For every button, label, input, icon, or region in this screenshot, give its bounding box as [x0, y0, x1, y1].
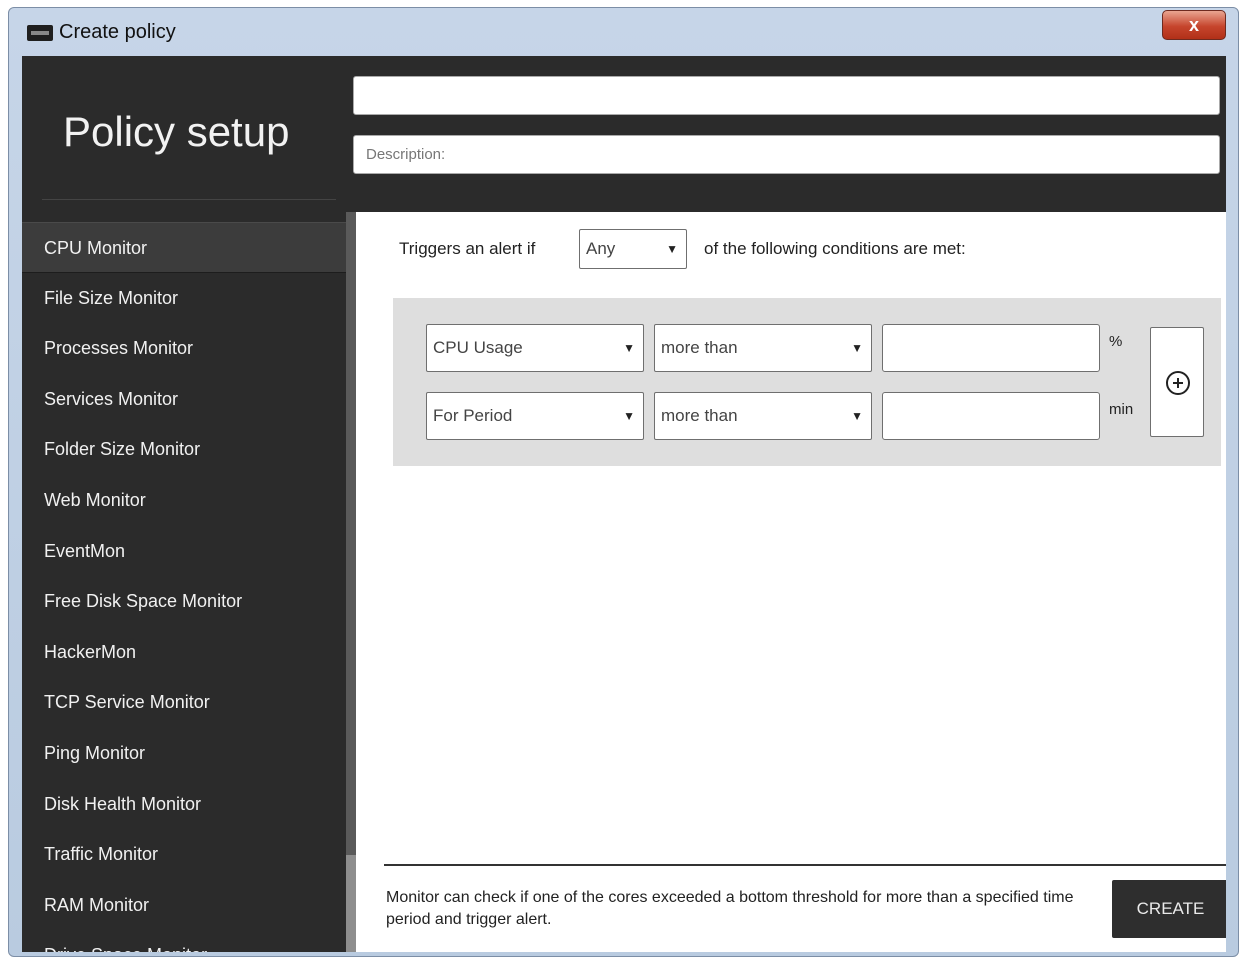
footer-divider [384, 864, 1226, 866]
dialog-content: Policy setup CPU Monitor File Size Monit… [22, 56, 1226, 952]
trigger-mode-select[interactable]: Any ▼ [579, 229, 687, 269]
dropdown-arrow-icon: ▼ [623, 341, 635, 355]
sidebar-item-file-size-monitor[interactable]: File Size Monitor [22, 273, 346, 324]
sidebar-item-cpu-monitor[interactable]: CPU Monitor [22, 222, 346, 273]
create-button[interactable]: CREATE [1112, 880, 1226, 938]
window-title: Create policy [59, 21, 176, 43]
condition-2-value-input[interactable] [882, 392, 1100, 440]
sidebar-item-folder-size-monitor[interactable]: Folder Size Monitor [22, 424, 346, 475]
trigger-suffix: of the following conditions are met: [704, 239, 966, 258]
sidebar-item-processes-monitor[interactable]: Processes Monitor [22, 323, 346, 374]
condition-2-operator-select[interactable]: more than ▼ [654, 392, 872, 440]
monitor-description: Monitor can check if one of the cores ex… [386, 889, 1074, 928]
condition-2-metric-value: For Period [433, 406, 513, 425]
sidebar-item-eventmon[interactable]: EventMon [22, 526, 346, 577]
conditions-panel: CPU Usage ▼ more than ▼ % For Period ▼ m… [393, 298, 1221, 466]
plus-circle-icon [1166, 371, 1190, 395]
header-divider [42, 199, 336, 200]
dropdown-arrow-icon: ▼ [851, 409, 863, 423]
policy-name-input[interactable] [353, 76, 1220, 115]
sidebar-item-drive-space-monitor[interactable]: Drive Space Monitor [22, 930, 346, 952]
trigger-prefix: Triggers an alert if [399, 239, 536, 258]
dropdown-arrow-icon: ▼ [851, 341, 863, 355]
condition-2-unit: min [1109, 401, 1134, 418]
sidebar-item-services-monitor[interactable]: Services Monitor [22, 374, 346, 425]
condition-1-value-input[interactable] [882, 324, 1100, 372]
description-input[interactable] [353, 135, 1220, 174]
sidebar-scrollbar[interactable] [346, 212, 356, 952]
condition-2-metric-select[interactable]: For Period ▼ [426, 392, 644, 440]
page-title: Policy setup [63, 108, 290, 155]
condition-1-unit: % [1109, 333, 1123, 350]
sidebar-item-web-monitor[interactable]: Web Monitor [22, 475, 346, 526]
sidebar-scroll-thumb[interactable] [346, 855, 356, 952]
dropdown-arrow-icon: ▼ [623, 409, 635, 423]
sidebar-item-free-disk-space-monitor[interactable]: Free Disk Space Monitor [22, 576, 346, 627]
sidebar-item-traffic-monitor[interactable]: Traffic Monitor [22, 829, 346, 880]
create-policy-window: Create policy x Policy setup CPU Monitor… [8, 7, 1239, 957]
condition-1-operator-value: more than [661, 338, 738, 357]
monitor-list: CPU Monitor File Size Monitor Processes … [22, 222, 346, 952]
dropdown-arrow-icon: ▼ [666, 242, 678, 256]
sidebar-item-ram-monitor[interactable]: RAM Monitor [22, 880, 346, 931]
app-icon [27, 25, 53, 41]
condition-1-operator-select[interactable]: more than ▼ [654, 324, 872, 372]
sidebar-item-ping-monitor[interactable]: Ping Monitor [22, 728, 346, 779]
sidebar-item-disk-health-monitor[interactable]: Disk Health Monitor [22, 779, 346, 830]
sidebar-item-tcp-service-monitor[interactable]: TCP Service Monitor [22, 677, 346, 728]
policy-header: Policy setup [22, 56, 1226, 212]
monitor-sidebar: CPU Monitor File Size Monitor Processes … [22, 212, 356, 952]
policy-editor: Triggers an alert if Any ▼ of the follow… [356, 212, 1226, 952]
add-condition-button[interactable] [1150, 327, 1204, 437]
sidebar-item-hackermon[interactable]: HackerMon [22, 627, 346, 678]
trigger-mode-value: Any [586, 239, 616, 258]
condition-1-metric-value: CPU Usage [433, 338, 523, 357]
condition-1-metric-select[interactable]: CPU Usage ▼ [426, 324, 644, 372]
title-bar[interactable]: Create policy x [9, 8, 1238, 56]
close-button[interactable]: x [1162, 10, 1226, 40]
trigger-row: Triggers an alert if Any ▼ of the follow… [399, 229, 1099, 269]
condition-2-operator-value: more than [661, 406, 738, 425]
